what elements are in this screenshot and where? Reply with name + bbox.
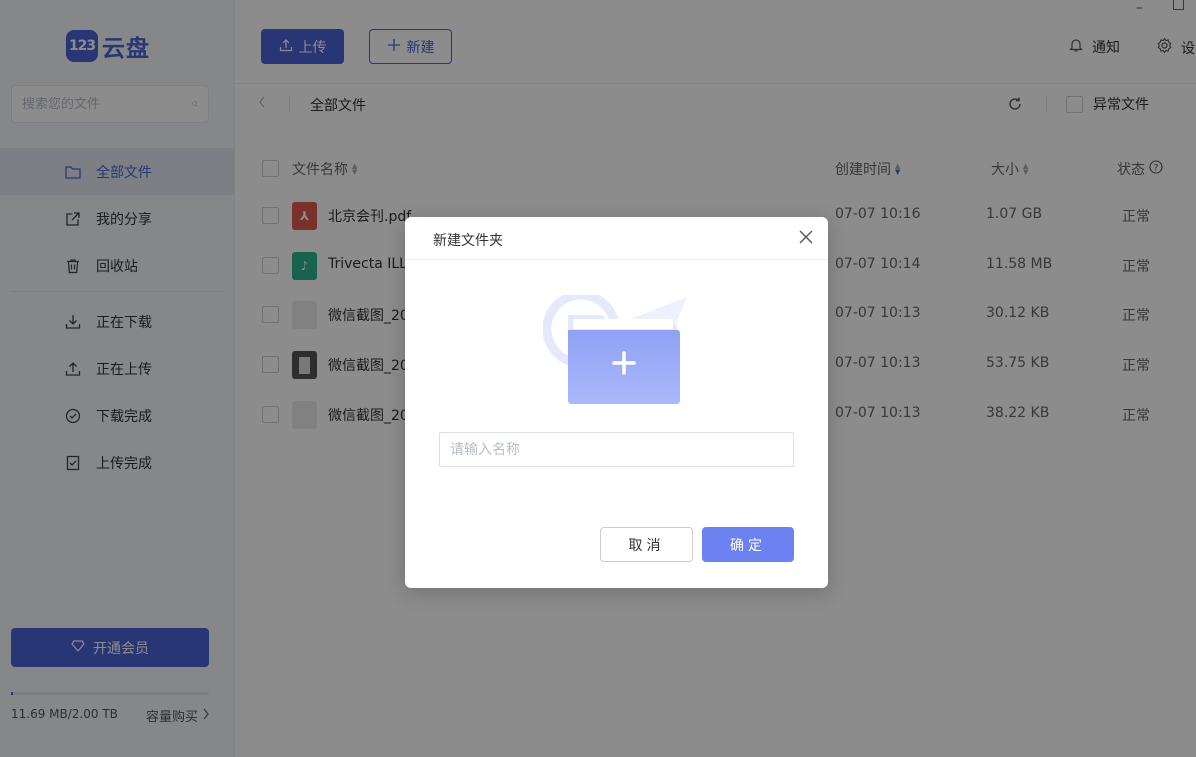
folder-plus-illustration bbox=[543, 295, 687, 404]
confirm-button[interactable]: 确定 bbox=[702, 527, 794, 562]
close-icon[interactable] bbox=[798, 229, 814, 245]
dialog-title: 新建文件夹 bbox=[433, 233, 503, 249]
cancel-button[interactable]: 取消 bbox=[600, 527, 693, 562]
divider bbox=[405, 259, 828, 260]
new-folder-dialog: 新建文件夹 取消 确定 bbox=[405, 217, 828, 588]
folder-name-input[interactable] bbox=[439, 432, 794, 467]
